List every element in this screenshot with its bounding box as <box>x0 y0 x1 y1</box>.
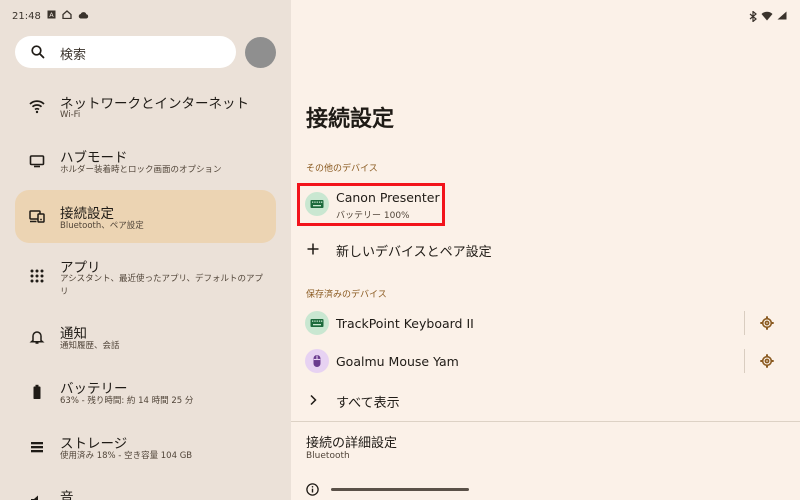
battery-status-icon <box>777 11 787 20</box>
sidebar-item-storage[interactable]: ストレージ 使用済み 18% - 空き容量 104 GB <box>15 426 276 476</box>
search-icon <box>31 45 45 59</box>
sidebar-item-subtitle: アシスタント、最近使ったアプリ、デフォルトのアプリ <box>60 274 263 297</box>
sidebar-item-title: バッテリー <box>60 381 128 397</box>
bell-icon <box>29 331 45 344</box>
other-devices-label: その他のデバイス <box>306 164 378 174</box>
sidebar-item-title: ストレージ <box>60 436 128 452</box>
divider <box>744 349 745 373</box>
sidebar-item-apps[interactable]: アプリ アシスタント、最近使ったアプリ、デフォルトのアプリ <box>15 250 276 312</box>
device-row-goalmu-mouse[interactable]: Goalmu Mouse Yam <box>291 343 800 379</box>
see-all-label: すべて表示 <box>336 396 400 411</box>
search-input[interactable]: 検索 <box>60 44 86 63</box>
search-bar[interactable]: 検索 <box>15 36 236 68</box>
sidebar-item-subtitle: 通知履歴、会話 <box>60 341 120 351</box>
sidebar-item-title: 通知 <box>60 326 87 342</box>
advanced-settings-subtitle: Bluetooth <box>306 451 350 461</box>
hub-icon <box>29 155 45 168</box>
storage-icon <box>31 442 43 453</box>
avatar[interactable] <box>245 37 276 68</box>
pair-new-device-label: 新しいデバイスとペア設定 <box>336 245 492 260</box>
sidebar-item-hub-mode[interactable]: ハブモード ホルダー装着時とロック画面のオプション <box>15 140 276 190</box>
sidebar-item-connected-devices[interactable]: 接続設定 Bluetooth、ペア設定 <box>15 190 276 243</box>
sidebar-item-subtitle: Bluetooth、ペア設定 <box>60 221 144 231</box>
device-row-trackpoint-keyboard[interactable]: TrackPoint Keyboard II <box>291 305 800 341</box>
settings-sidebar: 21:48 A 検索 ネットワークとインターネット Wi-Fi ハブモード ホル… <box>0 0 291 500</box>
sidebar-item-subtitle: 使用済み 18% - 空き容量 104 GB <box>60 451 193 461</box>
gear-icon[interactable] <box>760 354 774 368</box>
status-bar-right <box>749 9 788 23</box>
device-name: Goalmu Mouse Yam <box>336 354 459 369</box>
notification-a-icon: A <box>47 10 56 22</box>
highlight-box <box>297 183 445 226</box>
section-divider <box>291 421 800 422</box>
info-icon <box>306 483 319 496</box>
pair-new-device-button[interactable]: 新しいデバイスとペア設定 <box>291 235 800 265</box>
volume-icon <box>31 495 38 500</box>
status-bar-left: 21:48 A <box>12 8 89 24</box>
device-icon-chip <box>305 311 329 335</box>
sidebar-item-subtitle: Wi-Fi <box>60 110 81 120</box>
device-icon-chip <box>305 349 329 373</box>
cloud-status-icon <box>78 11 89 22</box>
scroll-indicator <box>331 488 469 491</box>
advanced-settings-title: 接続の詳細設定 <box>306 436 398 451</box>
wifi-status-icon <box>761 11 773 21</box>
sidebar-item-title: 音 <box>60 490 74 500</box>
divider <box>744 311 745 335</box>
bluetooth-icon <box>749 10 757 22</box>
status-time: 21:48 <box>12 10 41 22</box>
plus-icon <box>307 243 319 255</box>
sidebar-item-notifications[interactable]: 通知 通知履歴、会話 <box>15 316 276 366</box>
sidebar-item-sound[interactable]: 音 <box>15 481 276 500</box>
svg-text:A: A <box>49 11 54 19</box>
mouse-icon <box>313 355 321 367</box>
chevron-right-icon <box>310 394 317 406</box>
battery-icon <box>33 384 41 399</box>
keyboard-icon <box>310 319 324 327</box>
gear-icon[interactable] <box>760 316 774 330</box>
apps-grid-icon <box>30 269 44 283</box>
device-name: TrackPoint Keyboard II <box>336 316 474 331</box>
wifi-icon <box>29 100 45 114</box>
sidebar-item-network[interactable]: ネットワークとインターネット Wi-Fi <box>15 86 276 140</box>
saved-devices-label: 保存済みのデバイス <box>306 290 387 300</box>
sidebar-item-title: ハブモード <box>60 150 128 166</box>
see-all-button[interactable]: すべて表示 <box>291 386 800 416</box>
sidebar-item-subtitle: ホルダー装着時とロック画面のオプション <box>60 165 222 175</box>
connected-devices-icon <box>29 210 45 223</box>
sidebar-item-battery[interactable]: バッテリー 63% - 残り時間: 約 14 時間 25 分 <box>15 371 276 421</box>
sidebar-item-subtitle: 63% - 残り時間: 約 14 時間 25 分 <box>60 396 194 406</box>
sidebar-item-title: 接続設定 <box>60 206 114 222</box>
page-title: 接続設定 <box>306 107 395 132</box>
home-status-icon <box>62 10 72 22</box>
